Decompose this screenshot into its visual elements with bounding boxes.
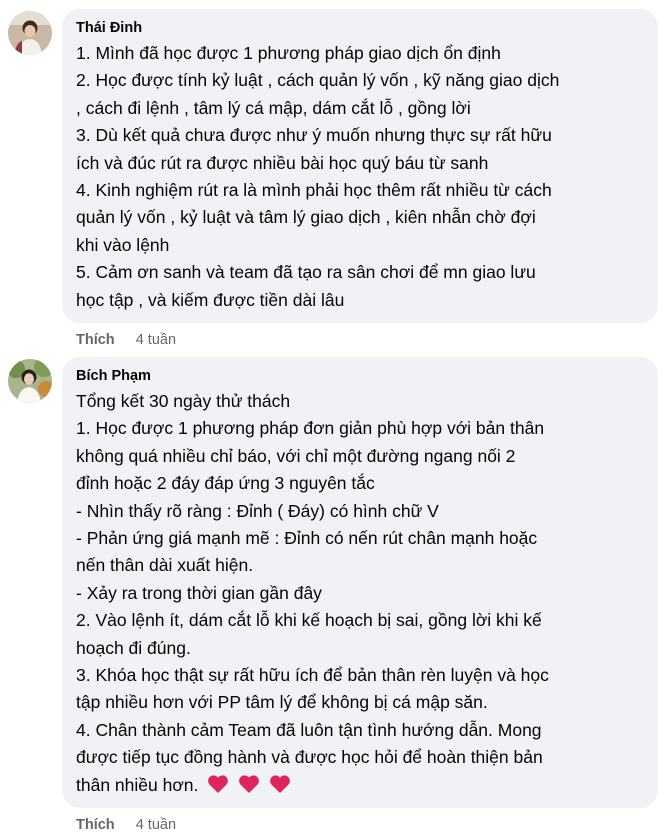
comment-line: 2. Vào lệnh ít, dám cắt lỗ khi kế hoạch …: [76, 610, 542, 631]
comment-line: - Nhìn thấy rõ ràng : Đỉnh ( Đáy) có hìn…: [76, 500, 439, 521]
comment-line: không quá nhiều chỉ báo, với chỉ một đườ…: [76, 445, 516, 466]
comment-line: ích và đúc rút ra được nhiều bài học quý…: [76, 152, 489, 173]
comment-bubble: Bích Phạm Tổng kết 30 ngày thử thách 1. …: [62, 357, 658, 808]
heart-emoji-icon: [269, 774, 291, 802]
comment-line: đỉnh hoặc 2 đáy đáp ứng 3 nguyên tắc: [76, 473, 375, 494]
comment-line: nến thân dài xuất hiện.: [76, 555, 254, 576]
comment-line: học tập , và kiếm được tiền dài lâu: [76, 289, 345, 310]
comment-author[interactable]: Bích Phạm: [76, 366, 644, 386]
comment-line: 1. Học được 1 phương pháp đơn giản phù h…: [76, 418, 545, 439]
comment-timestamp[interactable]: 4 tuần: [136, 332, 176, 348]
heart-emoji-icon: [207, 774, 229, 802]
heart-emoji-group: [207, 774, 300, 802]
comment-line: quản lý vốn , kỷ luật và tâm lý giao dịc…: [76, 207, 536, 228]
comment-line: 4. Kinh nghiệm rút ra là mình phải học t…: [76, 180, 552, 201]
comment-line: - Xảy ra trong thời gian gần đây: [76, 582, 322, 603]
comment-timestamp[interactable]: 4 tuần: [136, 817, 176, 833]
comment-line: được tiếp tục đồng hành và được học hỏi …: [76, 747, 543, 768]
heart-emoji-icon: [238, 774, 260, 802]
comment-line: 2. Học được tính kỷ luật , cách quản lý …: [76, 70, 560, 91]
comment-actions: Thích 4 tuần: [76, 816, 176, 834]
comment-line: khi vào lệnh: [76, 234, 170, 255]
comment-line: hoạch đi đúng.: [76, 637, 191, 658]
comment-line: tập nhiều hơn với PP tâm lý để không bị …: [76, 692, 488, 713]
like-button[interactable]: Thích: [76, 817, 115, 833]
comment-line: - Phản ứng giá mạnh mẽ : Đỉnh có nến rút…: [76, 528, 538, 549]
comment-line: 4. Chân thành cảm Team đã luôn tận tình …: [76, 719, 542, 740]
comment-line: 5. Cảm ơn sanh và team đã tạo ra sân chơ…: [76, 262, 536, 283]
comment-bubble: Thái Đinh 1. Mình đã học được 1 phương p…: [62, 9, 658, 323]
like-button[interactable]: Thích: [76, 332, 115, 348]
comment-line: 3. Khóa học thật sự rất hữu ích để bản t…: [76, 665, 549, 686]
comment-line: Tổng kết 30 ngày thử thách: [76, 391, 291, 411]
avatar-bich-pham[interactable]: [8, 359, 52, 403]
comment-actions: Thích 4 tuần: [76, 331, 176, 349]
comment-line: 1. Mình đã học được 1 phương pháp giao d…: [76, 43, 501, 63]
comment-line: , cách đi lệnh , tâm lý cá mập, dám cắt …: [76, 97, 471, 118]
avatar-thai-dinh[interactable]: [8, 11, 52, 55]
comment-line-text: thân nhiều hơn.: [76, 774, 199, 795]
comment-line: 3. Dù kết quả chưa được như ý muốn nhưng…: [76, 125, 552, 146]
comment-line-last: thân nhiều hơn.: [76, 772, 644, 802]
comment-author[interactable]: Thái Đinh: [76, 18, 644, 38]
